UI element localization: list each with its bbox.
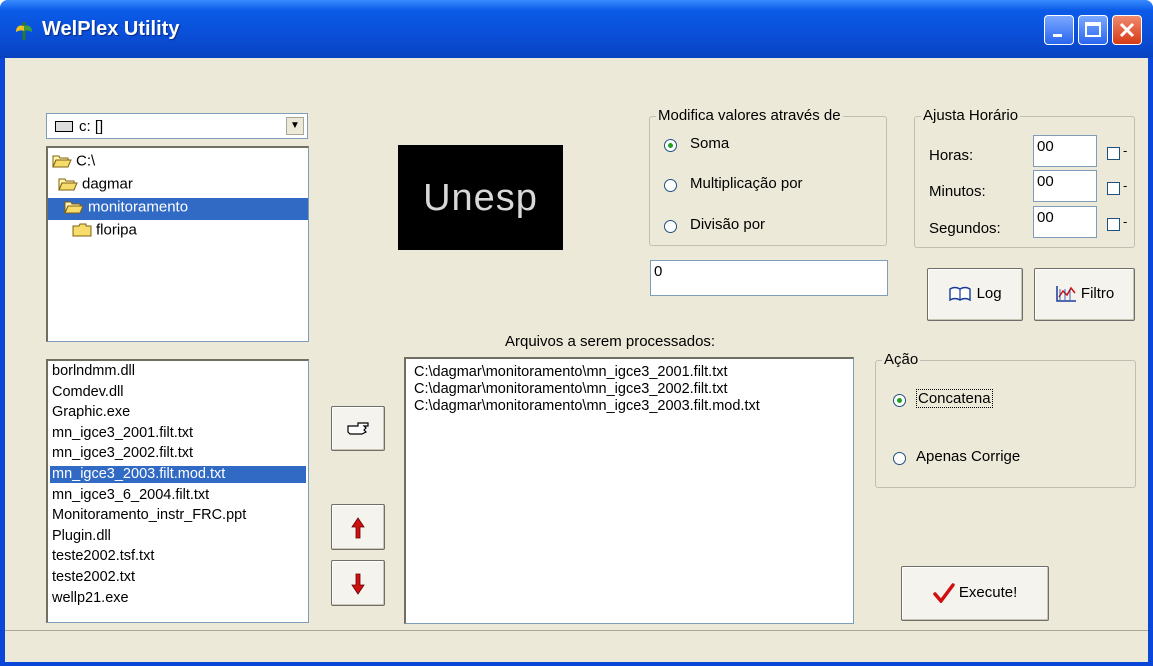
file-list-item[interactable]: teste2002.txt (52, 569, 135, 586)
folder-item[interactable]: dagmar (48, 175, 133, 197)
folder-icon (72, 223, 92, 237)
drive-select[interactable]: c: [] ▼ (46, 113, 308, 139)
minutos-field[interactable]: 00 (1033, 170, 1097, 202)
drive-icon (55, 121, 73, 132)
acao-group: Ação Concatena Apenas Corrige (875, 351, 1136, 488)
minimize-icon (1053, 34, 1062, 37)
file-list-item[interactable]: mn_igce3_2002.filt.txt (52, 445, 193, 462)
radio-multiplicacao[interactable] (664, 179, 677, 192)
chevron-down-icon[interactable]: ▼ (286, 117, 304, 135)
modifica-value-field[interactable]: 0 (650, 260, 888, 296)
move-down-button[interactable] (331, 560, 385, 606)
execute-button[interactable]: Execute! (901, 566, 1049, 621)
processed-list[interactable]: C:\dagmar\monitoramento\mn_igce3_2001.fi… (404, 357, 854, 624)
radio-soma[interactable] (664, 139, 677, 152)
folder-label: dagmar (82, 175, 133, 193)
arrow-up-icon (351, 517, 365, 539)
radio-apenas-corrige[interactable] (893, 452, 906, 465)
client-area: c: [] ▼ C:\ dagmar monitoramento floripa bo… (5, 58, 1148, 662)
segundos-label: Segundos: (929, 220, 1001, 237)
arrow-down-icon (351, 573, 365, 595)
file-list-item[interactable]: Plugin.dll (52, 528, 111, 545)
file-list-item[interactable]: Monitoramento_instr_FRC.ppt (52, 507, 246, 524)
file-list-item[interactable]: teste2002.tsf.txt (52, 548, 154, 565)
processed-item[interactable]: C:\dagmar\monitoramento\mn_igce3_2001.fi… (414, 364, 728, 381)
open-folder-icon (64, 200, 84, 214)
filtro-label: Filtro (1080, 285, 1115, 302)
minimize-button[interactable] (1044, 15, 1074, 45)
radio-concatena[interactable] (893, 394, 906, 407)
file-list-item[interactable]: mn_igce3_6_2004.filt.txt (52, 487, 209, 504)
modifica-group: Modifica valores através de Soma Multipl… (649, 107, 887, 246)
horas-label: Horas: (929, 147, 974, 164)
acao-title: Ação (882, 351, 921, 368)
folder-item[interactable]: monitoramento (48, 198, 308, 220)
folder-tree[interactable]: C:\ dagmar monitoramento floripa (46, 146, 309, 342)
open-folder-icon (58, 177, 78, 191)
radio-apenas-corrige-label[interactable]: Apenas Corrige (916, 448, 1020, 465)
execute-label: Execute! (958, 583, 1018, 601)
filtro-button[interactable]: Filtro (1034, 268, 1135, 321)
folder-label: C:\ (76, 152, 96, 170)
book-icon (949, 286, 972, 302)
file-list-item[interactable]: borlndmm.dll (52, 363, 135, 380)
title-bar[interactable]: WelPlex Utility (0, 0, 1153, 58)
maximize-icon (1085, 22, 1101, 37)
segundos-checkbox[interactable] (1107, 218, 1120, 231)
log-label: Log (976, 285, 1002, 302)
file-list-item[interactable]: Comdev.dll (52, 384, 123, 401)
checkmark-icon (932, 583, 955, 604)
modifica-title: Modifica valores através de (656, 107, 843, 124)
file-list-item[interactable]: mn_igce3_2003.filt.mod.txt (50, 466, 306, 483)
folder-label: floripa (96, 221, 137, 239)
radio-divisao[interactable] (664, 220, 677, 233)
drive-value: c: [] (79, 118, 104, 135)
logo-text: Unesp (423, 177, 538, 219)
log-button[interactable]: Log (927, 268, 1023, 321)
maximize-button[interactable] (1078, 15, 1108, 45)
processed-label: Arquivos a serem processados: (505, 333, 716, 350)
window-title: WelPlex Utility (42, 18, 180, 40)
segundos-suffix: - (1123, 214, 1128, 229)
horas-suffix: - (1123, 143, 1128, 158)
pointing-hand-icon (347, 422, 369, 435)
folder-label: monitoramento (88, 198, 189, 216)
file-list-item[interactable]: Graphic.exe (52, 404, 130, 421)
segundos-field[interactable]: 00 (1033, 206, 1097, 238)
processed-item[interactable]: C:\dagmar\monitoramento\mn_igce3_2002.fi… (414, 381, 728, 398)
app-window: WelPlex Utility c: [] ▼ C:\ dagmar monitor… (0, 0, 1153, 666)
unesp-logo: Unesp (398, 145, 563, 250)
minutos-label: Minutos: (929, 183, 986, 200)
status-bar (5, 630, 1148, 662)
radio-divisao-label[interactable]: Divisão por (690, 216, 765, 233)
ajusta-horario-group: Ajusta Horário Horas: 00 - Minutos: 00 -… (914, 107, 1135, 248)
file-list-item[interactable]: mn_igce3_2001.filt.txt (52, 425, 193, 442)
radio-concatena-label[interactable]: Concatena (916, 389, 993, 408)
move-up-button[interactable] (331, 504, 385, 550)
horas-checkbox[interactable] (1107, 147, 1120, 160)
ajusta-title: Ajusta Horário (921, 107, 1021, 124)
folder-item[interactable]: C:\ (48, 152, 95, 174)
minutos-checkbox[interactable] (1107, 182, 1120, 195)
horas-field[interactable]: 00 (1033, 135, 1097, 167)
radio-multiplicacao-label[interactable]: Multiplicação por (690, 175, 803, 192)
chart-icon (1055, 286, 1076, 302)
radio-soma-label[interactable]: Soma (690, 135, 729, 152)
app-icon (16, 22, 32, 40)
file-list[interactable]: borlndmm.dll Comdev.dll Graphic.exe mn_igce… (46, 359, 309, 623)
processed-item[interactable]: C:\dagmar\monitoramento\mn_igce3_2003.fi… (414, 398, 760, 415)
add-file-button[interactable] (331, 406, 385, 451)
minutos-suffix: - (1123, 178, 1128, 193)
file-list-item[interactable]: wellp21.exe (52, 590, 129, 607)
folder-item[interactable]: floripa (48, 221, 137, 243)
close-button[interactable] (1112, 15, 1142, 45)
open-folder-icon (52, 154, 72, 168)
close-icon (1119, 22, 1135, 38)
